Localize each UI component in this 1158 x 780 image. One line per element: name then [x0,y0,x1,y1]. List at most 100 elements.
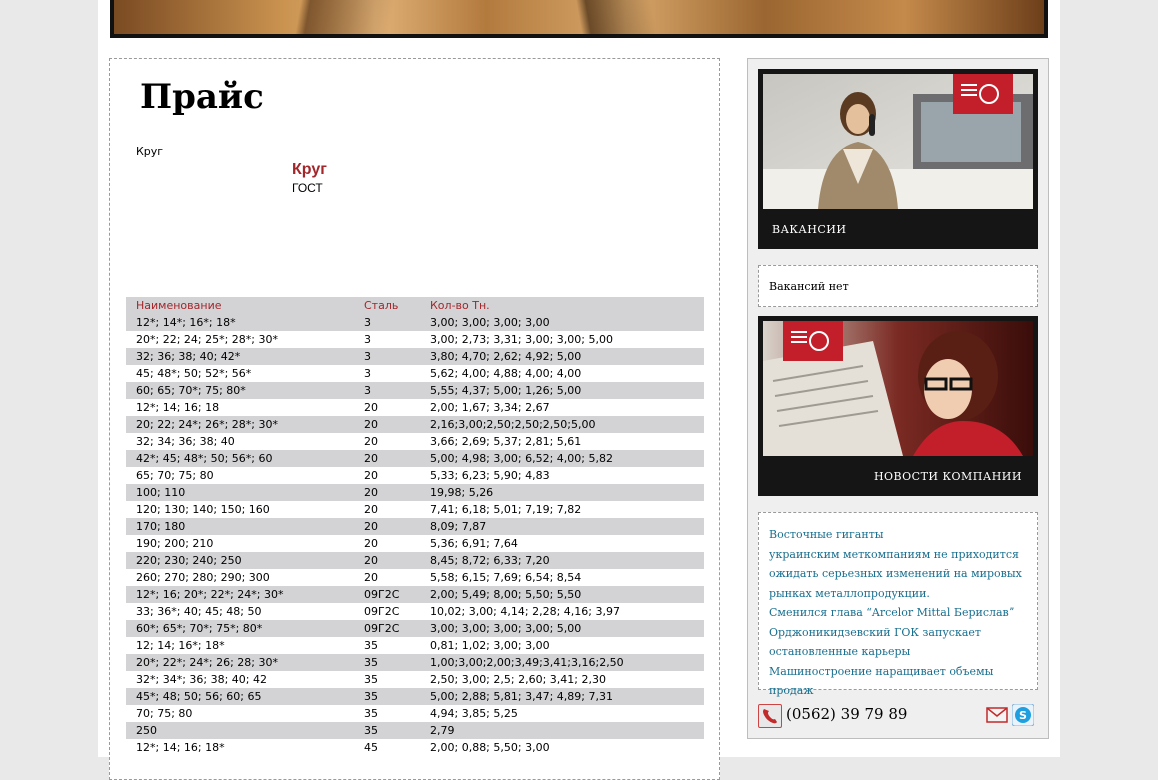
category-label: Круг [136,145,164,158]
table-row: 60*; 65*; 70*; 75*; 80* 09Г2С 3,00; 3,00; … [126,620,704,637]
table-header-row: Наименование Сталь Кол-во Тн. [126,297,704,314]
table-row: 12*; 14*; 16*; 18* 3 3,00; 3,00; 3,00; 3,0… [126,314,704,331]
cell-quantity: 2,16;3,00;2,50;2,50;2,50;5,00 [420,416,704,433]
table-row: 32; 36; 38; 40; 42* 3 3,80; 4,70; 2,62; 4,… [126,348,704,365]
skype-icon[interactable]: S [1011,703,1035,727]
cell-steel: 20 [364,537,378,550]
cell-steel: 20 [364,401,378,414]
cell-quantity: 5,36; 6,91; 7,64 [430,537,518,550]
cell-quantity: 3,66; 2,69; 5,37; 2,81; 5,61 [430,435,582,448]
table-row: 45; 48*; 50; 52*; 56* 3 5,62; 4,00; 4,88; … [126,365,704,382]
cell-name: 60*; 65*; 70*; 75*; 80* [126,620,354,637]
cell-quantity: 5,55; 4,37; 5,00; 1,26; 5,00 [420,382,704,399]
news-link[interactable]: украинским меткомпаниям не приходится ож… [769,545,1029,604]
cell-steel: 3 [354,382,420,399]
table-row: 100; 110 20 19,98; 5,26 [126,484,704,501]
table-row: 70; 75; 80 35 4,94; 3,85; 5,25 [126,705,704,722]
cell-quantity: 7,41; 6,18; 5,01; 7,19; 7,82 [430,503,582,516]
cell-name: 170; 180 [126,518,354,535]
column-header-steel: Сталь [354,297,420,314]
cell-quantity: 0,81; 1,02; 3,00; 3,00 [430,639,550,652]
company-logo-icon [783,321,843,361]
news-link[interactable]: Орджоникидзевский ГОК запускает остановл… [769,623,1029,662]
cell-name: 20*; 22*; 24*; 26; 28; 30* [126,654,354,671]
cell-steel: 3 [354,314,420,331]
product-title: Круг [292,161,327,178]
cell-quantity: 5,00; 2,88; 5,81; 3,47; 4,89; 7,31 [420,688,704,705]
cell-name: 190; 200; 210 [136,537,214,550]
cell-name: 65; 70; 75; 80 [136,469,214,482]
cell-steel: 35 [354,688,420,705]
cell-name: 32; 36; 38; 40; 42* [126,348,354,365]
table-row: 170; 180 20 8,09; 7,87 [126,518,704,535]
cell-steel: 35 [354,722,420,739]
table-row: 32*; 34*; 36; 38; 40; 42 35 2,50; 3,00; 2,… [126,671,704,688]
table-row: 65; 70; 75; 80 20 5,33; 6,23; 5,90; 4,83 [126,467,704,484]
column-header-name: Наименование [126,297,354,314]
table-row: 12*; 16; 20*; 22*; 24*; 30* 09Г2С 2,00; 5,… [126,586,704,603]
cell-steel: 20 [354,416,420,433]
cell-name: 12*; 14; 16; 18* [136,741,225,754]
phone-number: (0562) 39 79 89 [786,705,908,723]
cell-steel: 3 [364,367,371,380]
cell-name: 32; 34; 36; 38; 40 [136,435,235,448]
cell-quantity: 4,94; 3,85; 5,25 [430,707,518,720]
mail-icon[interactable] [986,704,1008,726]
cell-name: 60; 65; 70*; 75; 80* [126,382,354,399]
table-row: 12*; 14; 16; 18 20 2,00; 1,67; 3,34; 2,67 [126,399,704,416]
news-link[interactable]: Машиностроение наращивает объемы продаж [769,662,1029,701]
news-banner[interactable]: НОВОСТИ КОМПАНИИ [758,316,1038,496]
cell-quantity: 2,00; 1,67; 3,34; 2,67 [430,401,550,414]
cell-steel: 35 [354,654,420,671]
cell-quantity: 5,33; 6,23; 5,90; 4,83 [430,469,550,482]
cell-quantity: 3,80; 4,70; 2,62; 4,92; 5,00 [420,348,704,365]
cell-name: 20; 22; 24*; 26*; 28*; 30* [126,416,354,433]
table-row: 20*; 22*; 24*; 26; 28; 30* 35 1,00;3,00;2,… [126,654,704,671]
cell-name: 45*; 48; 50; 56; 60; 65 [126,688,354,705]
product-standard: ГОСТ [292,181,323,195]
cell-name: 20*; 22; 24; 25*; 28*; 30* [136,333,278,346]
news-link[interactable]: Восточные гиганты [769,525,1029,545]
table-row: 250 35 2,79 [126,722,704,739]
table-row: 45*; 48; 50; 56; 60; 65 35 5,00; 2,88; 5,8… [126,688,704,705]
cell-name: 32*; 34*; 36; 38; 40; 42 [136,673,267,686]
cell-steel: 09Г2С [354,586,420,603]
vacancies-box: Вакансий нет [758,265,1038,307]
main-content: Прайс Круг Круг ГОСТ Наименование Сталь … [109,58,720,780]
cell-steel: 20 [354,450,420,467]
cell-quantity: 10,02; 3,00; 4,14; 2,28; 4,16; 3,97 [430,605,620,618]
banner-image [114,0,1044,34]
table-row: 220; 230; 240; 250 20 8,45; 8,72; 6,33; 7,… [126,552,704,569]
cell-steel: 20 [364,503,378,516]
cell-quantity: 19,98; 5,26 [420,484,704,501]
cell-name: 42*; 45; 48*; 50; 56*; 60 [126,450,354,467]
cell-steel: 20 [364,469,378,482]
company-logo-icon [953,74,1013,114]
cell-name: 260; 270; 280; 290; 300 [136,571,270,584]
news-link[interactable]: Сменился глава “Arcelor Mittal Бериславˮ [769,603,1029,623]
cell-name: 45; 48*; 50; 52*; 56* [136,367,252,380]
cell-quantity: 3,00; 2,73; 3,31; 3,00; 3,00; 5,00 [430,333,613,346]
cell-steel: 3 [354,348,420,365]
cell-name: 220; 230; 240; 250 [126,552,354,569]
vacancies-banner[interactable]: ВАКАНСИИ [758,69,1038,249]
cell-name: 12; 14; 16*; 18* [136,639,225,652]
news-box: Восточные гиганты украинским меткомпания… [758,512,1038,697]
table-row: 32; 34; 36; 38; 40 20 3,66; 2,69; 5,37; 2,… [126,433,704,450]
contact-row: (0562) 39 79 89 S [758,703,1038,730]
table-row: 12*; 14; 16; 18* 45 2,00; 0,88; 5,50; 3,00 [126,739,704,756]
sidebar: ВАКАНСИИ Вакансий нет НОВОСТИ КОМПАНИИ В… [747,58,1049,739]
table-row: 60; 65; 70*; 75; 80* 3 5,55; 4,37; 5,00; 1… [126,382,704,399]
cell-steel: 09Г2С [354,620,420,637]
cell-name: 12*; 14; 16; 18 [136,401,220,414]
cell-steel: 20 [354,484,420,501]
cell-steel: 20 [364,571,378,584]
table-row: 190; 200; 210 20 5,36; 6,91; 7,64 [126,535,704,552]
cell-quantity: 3,00; 3,00; 3,00; 3,00; 5,00 [420,620,704,637]
cell-steel: 20 [354,552,420,569]
cell-name: 250 [126,722,354,739]
cell-quantity: 2,00; 0,88; 5,50; 3,00 [430,741,550,754]
cell-quantity: 3,00; 3,00; 3,00; 3,00 [420,314,704,331]
table-row: 120; 130; 140; 150; 160 20 7,41; 6,18; 5,0… [126,501,704,518]
cell-quantity: 8,09; 7,87 [420,518,704,535]
